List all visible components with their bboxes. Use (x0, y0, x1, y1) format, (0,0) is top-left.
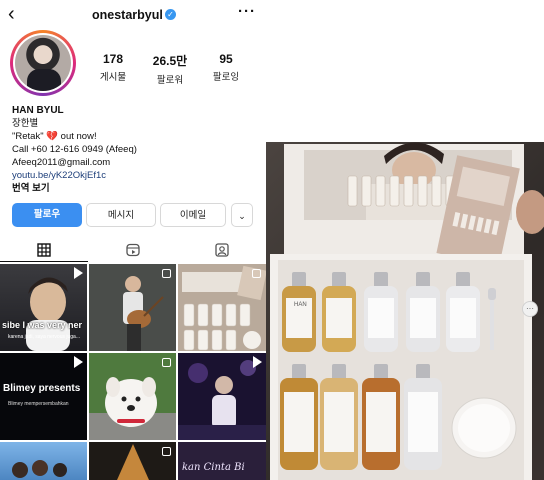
carousel-icon (162, 269, 171, 278)
more-options-icon[interactable]: ··· (238, 3, 256, 20)
reel-icon (74, 356, 83, 368)
tab-posts-grid[interactable] (0, 240, 88, 262)
grid-post-1[interactable]: sibe I was very ner karena jadi, saya ne… (0, 264, 87, 351)
grid-post-9[interactable]: kan Cinta Bi (178, 442, 266, 480)
stat-following-label: 팔로잉 (212, 72, 240, 83)
grid-post-3[interactable] (178, 264, 266, 351)
bio-name: HAN BYUL (12, 105, 64, 116)
grid-post-5[interactable] (89, 353, 176, 440)
stat-following-count: 95 (219, 52, 233, 66)
bio-call-line: Call +60 12-616 0949 (Afeeq) (12, 144, 137, 155)
grid-post-4-subcaption: Blimey mempersembahkan (8, 401, 69, 407)
bio-link[interactable]: youtu.be/yK22OkjEf1c (12, 169, 262, 182)
grid-post-9-caption: kan Cinta Bi (182, 462, 245, 473)
tab-tagged[interactable] (178, 240, 266, 262)
bio-korean-name: 장한별 (12, 118, 39, 129)
verified-badge-icon: ✓ (165, 9, 176, 20)
tagged-icon (215, 243, 229, 257)
message-button[interactable]: 메시지 (86, 203, 156, 227)
grid-post-8[interactable] (89, 442, 176, 480)
profile-tab-bar (0, 240, 266, 262)
stat-posts-count: 178 (102, 52, 124, 66)
reel-icon (253, 356, 262, 368)
carousel-icon (252, 269, 261, 278)
reel-icon (74, 267, 83, 279)
avatar-photo (15, 35, 71, 91)
tab-reels[interactable] (89, 240, 177, 262)
grid-post-7[interactable] (0, 442, 87, 480)
grid-icon (37, 243, 51, 257)
stat-followers-label: 팔로워 (156, 75, 184, 86)
profile-username: onestarbyul (92, 8, 163, 22)
post-thumbnail-image (12, 460, 67, 478)
see-translation-link[interactable]: 번역 보기 (12, 182, 262, 195)
email-button[interactable]: 이메일 (160, 203, 226, 227)
avatar[interactable] (13, 33, 73, 93)
carousel-icon (162, 358, 171, 367)
avatar-story-ring[interactable] (10, 30, 76, 96)
bottle-label-text: HAN (294, 302, 307, 308)
grid-post-4[interactable]: Blimey presents Blimey mempersembahkan (0, 353, 87, 440)
bio-email: Afeeq2011@gmail.com (12, 157, 111, 168)
suggested-dropdown-button[interactable]: ⌄ (231, 203, 253, 227)
stat-posts-label: 게시물 (99, 72, 127, 83)
stat-following[interactable]: 95 팔로잉 (196, 52, 256, 83)
grid-post-4-caption: Blimey presents (3, 383, 81, 394)
stat-followers[interactable]: 26.5만 팔로워 (140, 52, 200, 86)
carousel-icon (162, 447, 171, 456)
stat-posts[interactable]: 178 게시물 (83, 52, 143, 83)
top-bar: ‹ onestarbyul ✓ ··· (0, 0, 266, 30)
grid-post-1-subcaption: karena jadi, saya nervous juga... (8, 334, 80, 340)
grid-post-2[interactable] (89, 264, 176, 351)
stat-followers-count: 26.5만 (152, 54, 188, 68)
follow-button[interactable]: 팔로우 (12, 203, 82, 227)
grid-post-1-caption: sibe I was very ner (2, 320, 83, 330)
next-photo-button[interactable]: ··· (522, 301, 538, 317)
instagram-profile-screen: ‹ onestarbyul ✓ ··· 178 게시물 26.5만 팔로워 95… (0, 0, 266, 480)
skincare-box-illustration (270, 142, 544, 480)
product-photo: HAN (266, 142, 544, 480)
grid-post-6[interactable] (178, 353, 266, 440)
back-arrow-icon[interactable]: ‹ (8, 3, 15, 25)
reels-icon (126, 243, 140, 257)
bio-retak-line: "Retak" 💔 out now! (12, 131, 97, 142)
